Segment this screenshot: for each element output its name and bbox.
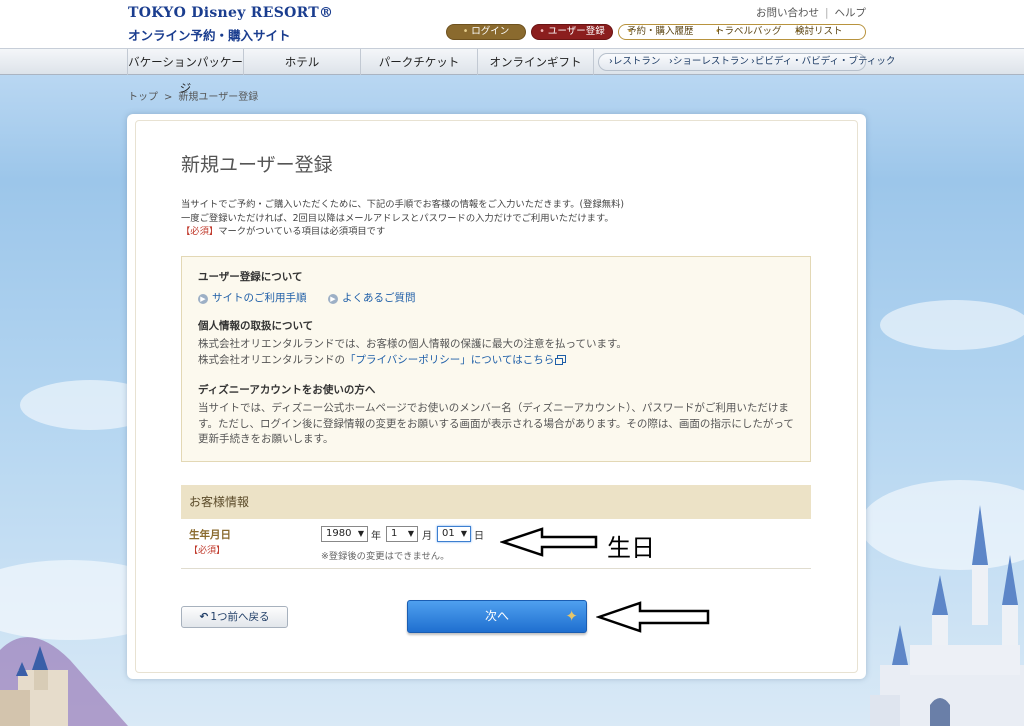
breadcrumb-current: 新規ユーザー登録: [178, 92, 259, 103]
nav-sub-links: › レストラン › ショーレストラン › ビビディ・バビディ・ブティック: [598, 53, 895, 71]
intro-line-3-text: マークがついている項目は必須項目です: [218, 226, 386, 237]
birthdate-label: 生年月日: [189, 529, 231, 541]
annotation-arrow-next: [596, 601, 710, 633]
travel-bag-label: トラベルバッグ: [715, 26, 782, 37]
annotation-text: 生日: [607, 534, 655, 562]
utility-links: お問い合わせ | ヘルプ: [756, 5, 866, 20]
faq-link[interactable]: ▶ よくあるご質問: [328, 290, 416, 305]
disney-account-heading: ディズニーアカウントをお使いの方へ: [198, 384, 376, 396]
breadcrumb: トップ > 新規ユーザー登録: [128, 88, 258, 103]
dot-icon: •: [539, 26, 545, 37]
birth-day-value: 01: [442, 528, 455, 539]
privacy-policy-link[interactable]: 「プライバシーポリシー」についてはこちら: [345, 354, 554, 366]
dot-icon: •: [462, 26, 469, 37]
nav-park-ticket[interactable]: パークチケット: [361, 49, 478, 75]
dropdown-arrow-icon: ▼: [357, 529, 364, 538]
privacy-line-2-prefix: 株式会社オリエンタルランドの: [198, 353, 345, 366]
nav-restaurant-link[interactable]: › レストラン: [609, 54, 660, 70]
tinker-bell-icon: ✦: [565, 607, 578, 625]
day-unit: 日: [474, 531, 484, 542]
privacy-line-1: 株式会社オリエンタルランドでは、お客様の個人情報の保護に最大の注意を払っています…: [198, 338, 627, 350]
register-button[interactable]: • ユーザー登録: [531, 24, 613, 40]
intro-line-2: 一度ご登録いただければ、2回目以降はメールアドレスとパスワードの入力だけでご利用…: [181, 212, 614, 224]
nav-online-gift[interactable]: オンラインギフト: [478, 49, 594, 75]
arrow-right-icon: ▶: [198, 294, 208, 304]
required-mark: 【必須】: [189, 546, 226, 556]
next-button[interactable]: 次へ ✦: [407, 600, 587, 633]
intro-line-1: 当サイトでご予約・ご購入いただくために、下記の手順でお客様の情報をご入力いただき…: [181, 199, 624, 210]
nav-show-restaurant-label: ショーレストラン: [672, 56, 749, 67]
back-label: 1つ前へ戻る: [210, 611, 270, 623]
usage-guide-label: サイトのご利用手順: [212, 292, 307, 304]
castle-left-illustration: [0, 637, 128, 726]
intro-line-3: 【必須】マークがついている項目は必須項目です: [181, 225, 624, 239]
wishlist-label: 検討リスト: [795, 26, 843, 37]
dropdown-arrow-icon: ▼: [460, 529, 467, 538]
usage-guide-link[interactable]: ▶ サイトのご利用手順: [198, 290, 307, 305]
site-logo[interactable]: TOKYO Disney RESORT®: [128, 5, 333, 21]
nav-vacation-package[interactable]: バケーションパッケージ: [127, 49, 244, 95]
disney-account-text: 当サイトでは、ディズニー公式ホームページでお使いのメンバー名（ディズニーアカウン…: [198, 402, 794, 445]
birth-month-value: 1: [391, 528, 398, 539]
cloud-decoration: [880, 300, 1024, 350]
main-nav: バケーションパッケージ ホテル パークチケット オンラインギフト › レストラン …: [0, 48, 1024, 95]
birth-month-select[interactable]: 1 ▼: [386, 526, 418, 542]
login-button[interactable]: • ログイン: [446, 24, 526, 40]
help-link[interactable]: ヘルプ: [835, 7, 867, 19]
breadcrumb-home[interactable]: トップ: [128, 92, 158, 103]
privacy-heading: 個人情報の取扱について: [198, 320, 314, 332]
faq-label: よくあるご質問: [342, 292, 416, 304]
birth-year-value: 1980: [326, 528, 352, 539]
arrow-right-icon: ▶: [328, 294, 338, 304]
site-header: TOKYO Disney RESORT® オンライン予約・購入サイト お問い合わ…: [0, 0, 1024, 48]
birth-year-select[interactable]: 1980 ▼: [321, 526, 368, 542]
nav-show-restaurant-link[interactable]: › ショーレストラン: [669, 54, 749, 70]
info-box: ユーザー登録について ▶ サイトのご利用手順 ▶ よくあるご質問 個人情報の取扱につ…: [181, 256, 811, 462]
birthdate-row: 生年月日 【必須】 1980 ▼ 年 1 ▼ 月 01 ▼ 日 ※登録後の変更はできま…: [181, 519, 811, 569]
site-logo-subtitle[interactable]: オンライン予約・購入サイト: [128, 25, 291, 44]
page-title: 新規ユーザー登録: [181, 154, 333, 176]
privacy-text: 株式会社オリエンタルランドでは、お客様の個人情報の保護に最大の注意を払っています…: [198, 337, 798, 368]
intro-text: 当サイトでご予約・ご購入いただくために、下記の手順でお客様の情報をご入力いただき…: [181, 198, 624, 239]
breadcrumb-separator: >: [164, 92, 173, 103]
castle-right-illustration: [870, 505, 1024, 726]
dropdown-arrow-icon: ▼: [407, 529, 414, 538]
month-unit: 月: [422, 531, 432, 542]
divider: |: [824, 7, 829, 19]
next-label: 次へ: [484, 609, 509, 623]
year-unit: 年: [371, 531, 381, 542]
required-mark: 【必須】: [181, 226, 219, 237]
nav-hotel[interactable]: ホテル: [244, 49, 361, 75]
birth-day-select[interactable]: 01 ▼: [437, 526, 471, 542]
account-links-group: • 予約・購入履歴 • トラベルバッグ • 検討リスト: [618, 24, 866, 40]
annotation-arrow-birthdate: [500, 527, 598, 557]
back-arrow-icon: ↶: [199, 611, 209, 623]
external-window-icon: [555, 354, 567, 365]
nav-boutique-label: ビビディ・バビディ・ブティック: [754, 56, 896, 67]
login-label: ログイン: [471, 26, 510, 37]
birthdate-note: ※登録後の変更はできません。: [321, 551, 450, 562]
contact-link[interactable]: お問い合わせ: [756, 7, 819, 19]
customer-info-section-header: お客様情報: [181, 485, 811, 519]
register-label: ユーザー登録: [547, 26, 605, 37]
about-registration-heading: ユーザー登録について: [198, 271, 303, 283]
nav-restaurant-label: レストラン: [612, 56, 661, 67]
nav-boutique-link[interactable]: › ビビディ・バビディ・ブティック: [751, 54, 895, 70]
history-label: 予約・購入履歴: [627, 26, 694, 37]
back-button[interactable]: ↶ 1つ前へ戻る: [181, 606, 288, 628]
privacy-line-2: 株式会社オリエンタルランドの「プライバシーポリシー」についてはこちら: [198, 353, 798, 369]
